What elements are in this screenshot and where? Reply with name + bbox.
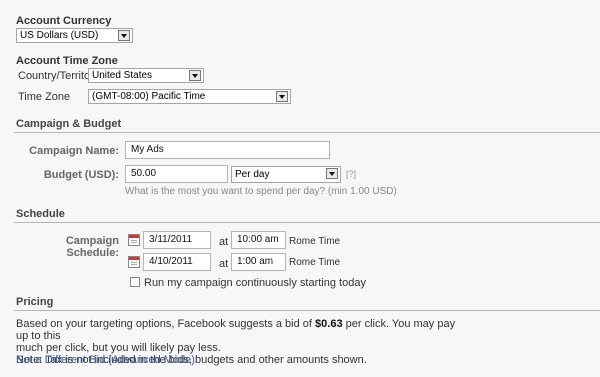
budget-input[interactable]: 50.00 [125, 165, 228, 183]
run-continuously-checkbox[interactable] [130, 277, 140, 287]
calendar-icon[interactable] [128, 256, 140, 268]
budget-label: Budget (USD): [43, 169, 119, 181]
chevron-down-icon [118, 30, 130, 41]
calendar-icon[interactable] [128, 234, 140, 246]
section-divider [14, 132, 600, 133]
account-currency-heading: Account Currency [16, 15, 112, 27]
pricing-line2: much per click, but you will likely pay … [16, 342, 221, 354]
time-zone-label: Time Zone [18, 91, 71, 103]
campaign-name-input[interactable]: My Ads [125, 141, 330, 159]
start-timezone-label: Rome Time [289, 236, 341, 247]
chevron-down-icon [189, 70, 201, 81]
end-timezone-label: Rome Time [289, 257, 341, 268]
start-time-input[interactable]: 10:00 am [231, 231, 286, 249]
chevron-down-icon [276, 91, 288, 102]
section-divider [14, 310, 600, 311]
campaign-budget-section-title: Campaign & Budget [16, 118, 122, 130]
pricing-line1-pre: Based on your targeting options, Faceboo… [16, 318, 316, 330]
country-select-value: United States [92, 70, 153, 81]
time-zone-select[interactable]: (GMT-08:00) Pacific Time [88, 89, 291, 104]
start-at-label: at [219, 236, 229, 248]
account-time-zone-heading: Account Time Zone [16, 55, 118, 67]
start-date-input[interactable]: 3/11/2011 [143, 231, 211, 249]
end-date-input[interactable]: 4/10/2011 [143, 253, 211, 271]
schedule-section-title: Schedule [16, 208, 65, 220]
budget-help-link[interactable]: [?] [346, 169, 356, 179]
country-select[interactable]: United States [88, 68, 204, 83]
currency-select[interactable]: US Dollars (USD) [16, 28, 133, 43]
budget-period-select[interactable]: Per day [231, 166, 341, 183]
run-continuously-label[interactable]: Run my campaign continuously starting to… [144, 277, 366, 289]
suggested-bid: $0.63 [315, 318, 343, 330]
pricing-section-title: Pricing [16, 296, 54, 308]
end-at-label: at [219, 258, 229, 270]
section-divider [14, 222, 600, 223]
campaign-schedule-label: Campaign Schedule: [65, 235, 119, 259]
budget-hint: What is the most you want to spend per d… [125, 186, 397, 197]
campaign-name-label: Campaign Name: [29, 145, 119, 157]
currency-select-value: US Dollars (USD) [20, 30, 99, 41]
budget-period-value: Per day [235, 169, 270, 180]
advanced-mode-link[interactable]: Set a Different Bid (Advanced Mode) [16, 354, 195, 366]
time-zone-select-value: (GMT-08:00) Pacific Time [92, 91, 206, 102]
chevron-down-icon [326, 168, 338, 179]
end-time-input[interactable]: 1:00 am [231, 253, 286, 271]
